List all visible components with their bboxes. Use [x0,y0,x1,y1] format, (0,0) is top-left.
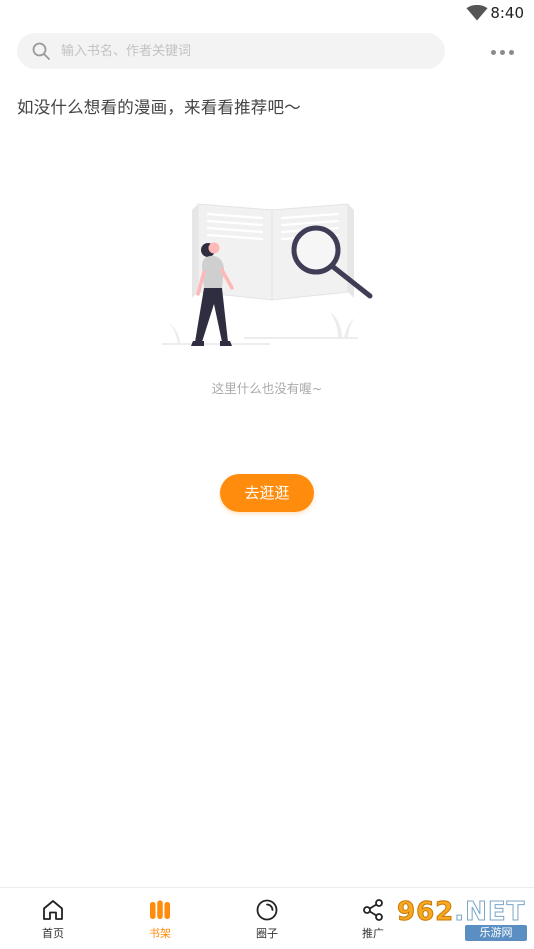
more-horizontal-icon-dot [500,50,505,55]
search-box[interactable] [17,33,445,69]
more-horizontal-icon [491,50,496,55]
search-row [0,33,534,71]
search-icon [32,42,50,60]
watermark-main: 962.NET [396,897,526,928]
nav-item-bookshelf[interactable]: 书架 [115,888,205,949]
empty-search-illustration [162,203,373,346]
share-icon [363,899,383,921]
nav-item-circle[interactable]: 圈子 [222,888,312,949]
nav-item-home[interactable]: 首页 [8,888,98,949]
empty-message: 这里什么也没有喔~ [211,381,323,396]
watermark-logo: 962.NET 乐游网 [395,897,529,943]
watermark-sub: 乐游网 [465,925,527,941]
search-input[interactable] [61,33,431,69]
status-time: 8:40 [490,4,524,22]
nav-label-bookshelf: 书架 [149,927,171,940]
browse-button[interactable]: 去逛逛 [220,474,314,512]
nav-label-home: 首页 [42,927,64,940]
bookshelf-icon [150,900,170,919]
recommend-prompt: 如没什么想看的漫画，来看看推荐吧～ [17,98,301,117]
wifi-icon [466,5,488,21]
more-menu-button[interactable] [482,41,522,63]
more-horizontal-icon-dot [509,50,514,55]
circle-icon [256,899,278,921]
nav-label-circle: 圈子 [256,927,278,940]
home-icon [43,900,63,920]
status-bar: 8:40 [0,0,534,28]
